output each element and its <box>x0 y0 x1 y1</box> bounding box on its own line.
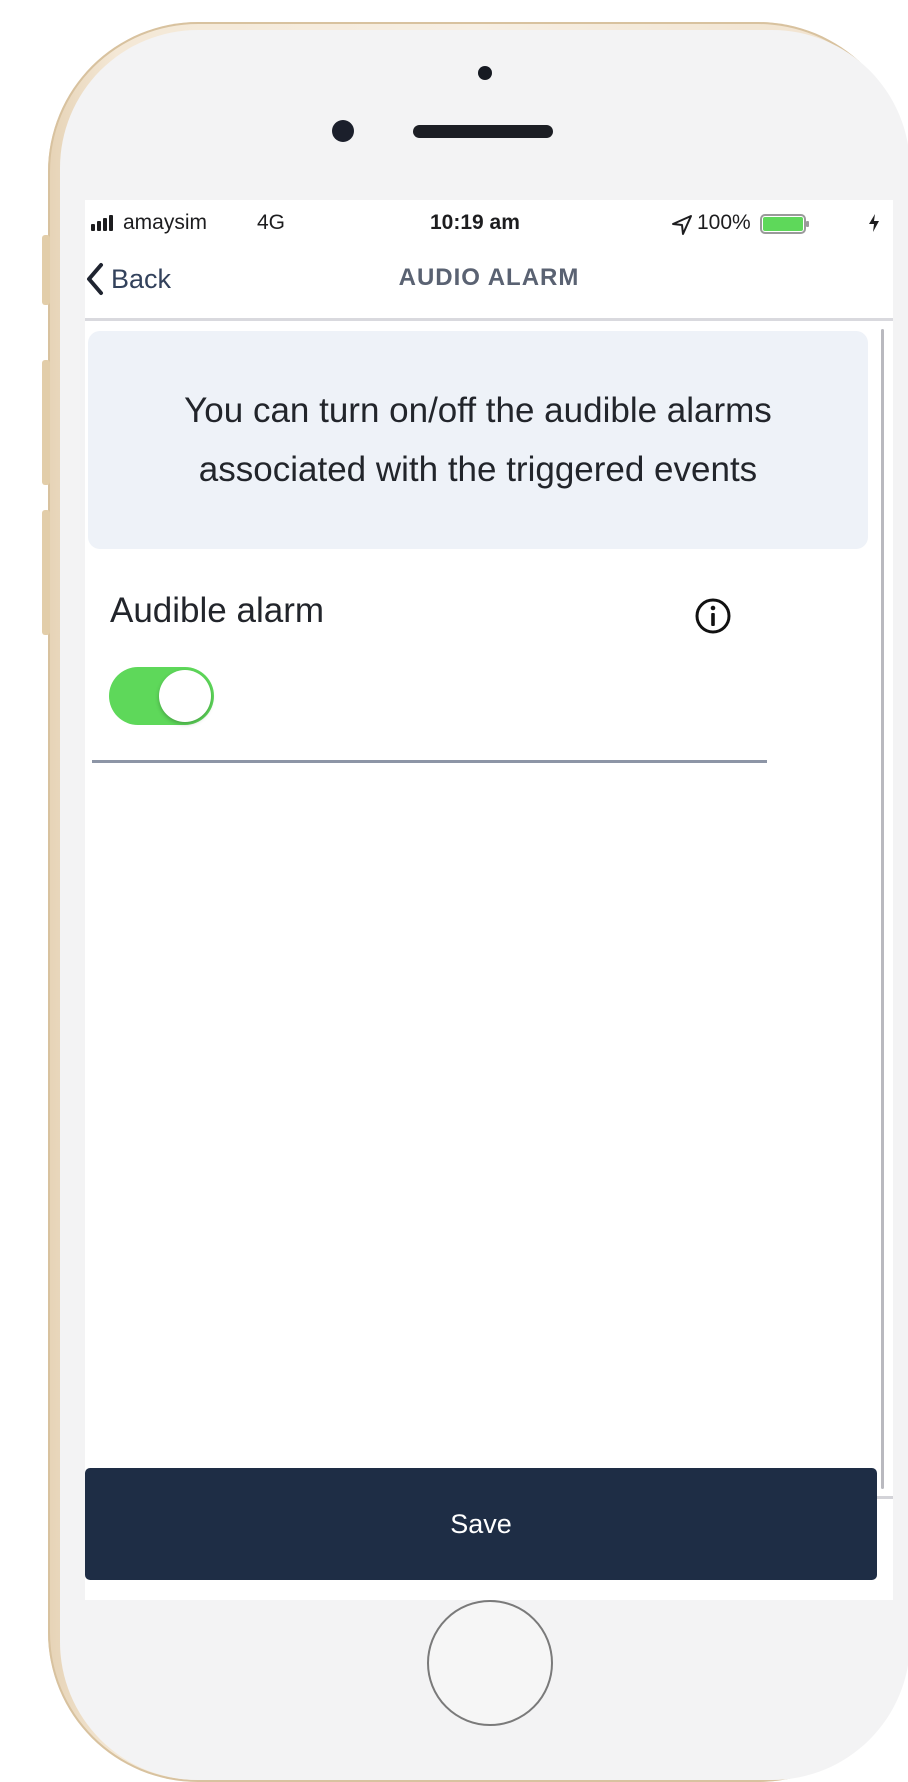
battery-icon <box>760 214 809 234</box>
carrier-name: amaysim <box>123 211 208 234</box>
app-screen: amaysim 4G 10:19 am 100% Back AUDIO ALAR… <box>85 200 893 1600</box>
status-time: 10:19 am <box>430 211 520 234</box>
front-camera <box>332 120 354 142</box>
info-circle-icon[interactable] <box>694 597 732 635</box>
settings-content: You can turn on/off the audible alarms a… <box>85 321 893 1496</box>
audible-alarm-setting: Audible alarm <box>110 591 760 741</box>
charging-icon <box>869 214 879 232</box>
network-type: 4G <box>257 211 286 234</box>
battery-percent: 100% <box>697 211 751 234</box>
signal-icon <box>91 215 113 231</box>
scroll-indicator[interactable] <box>881 329 884 1489</box>
status-bar: amaysim 4G 10:19 am 100% <box>85 200 893 246</box>
info-banner-text: You can turn on/off the audible alarms a… <box>184 390 772 490</box>
page-title: AUDIO ALARM <box>398 264 580 291</box>
volume-up-button <box>42 360 50 485</box>
setting-label: Audible alarm <box>110 591 324 630</box>
earpiece-speaker <box>413 125 553 138</box>
volume-down-button <box>42 510 50 635</box>
info-banner: You can turn on/off the audible alarms a… <box>88 331 868 549</box>
audible-alarm-toggle[interactable] <box>109 667 214 725</box>
toggle-knob <box>159 670 211 722</box>
navigation-bar: Back AUDIO ALARM <box>85 246 893 321</box>
divider <box>92 760 767 763</box>
mute-switch <box>42 235 50 305</box>
location-arrow-icon <box>672 215 692 235</box>
proximity-sensor <box>478 66 492 80</box>
save-button[interactable]: Save <box>85 1468 877 1580</box>
home-button[interactable] <box>427 1600 553 1726</box>
